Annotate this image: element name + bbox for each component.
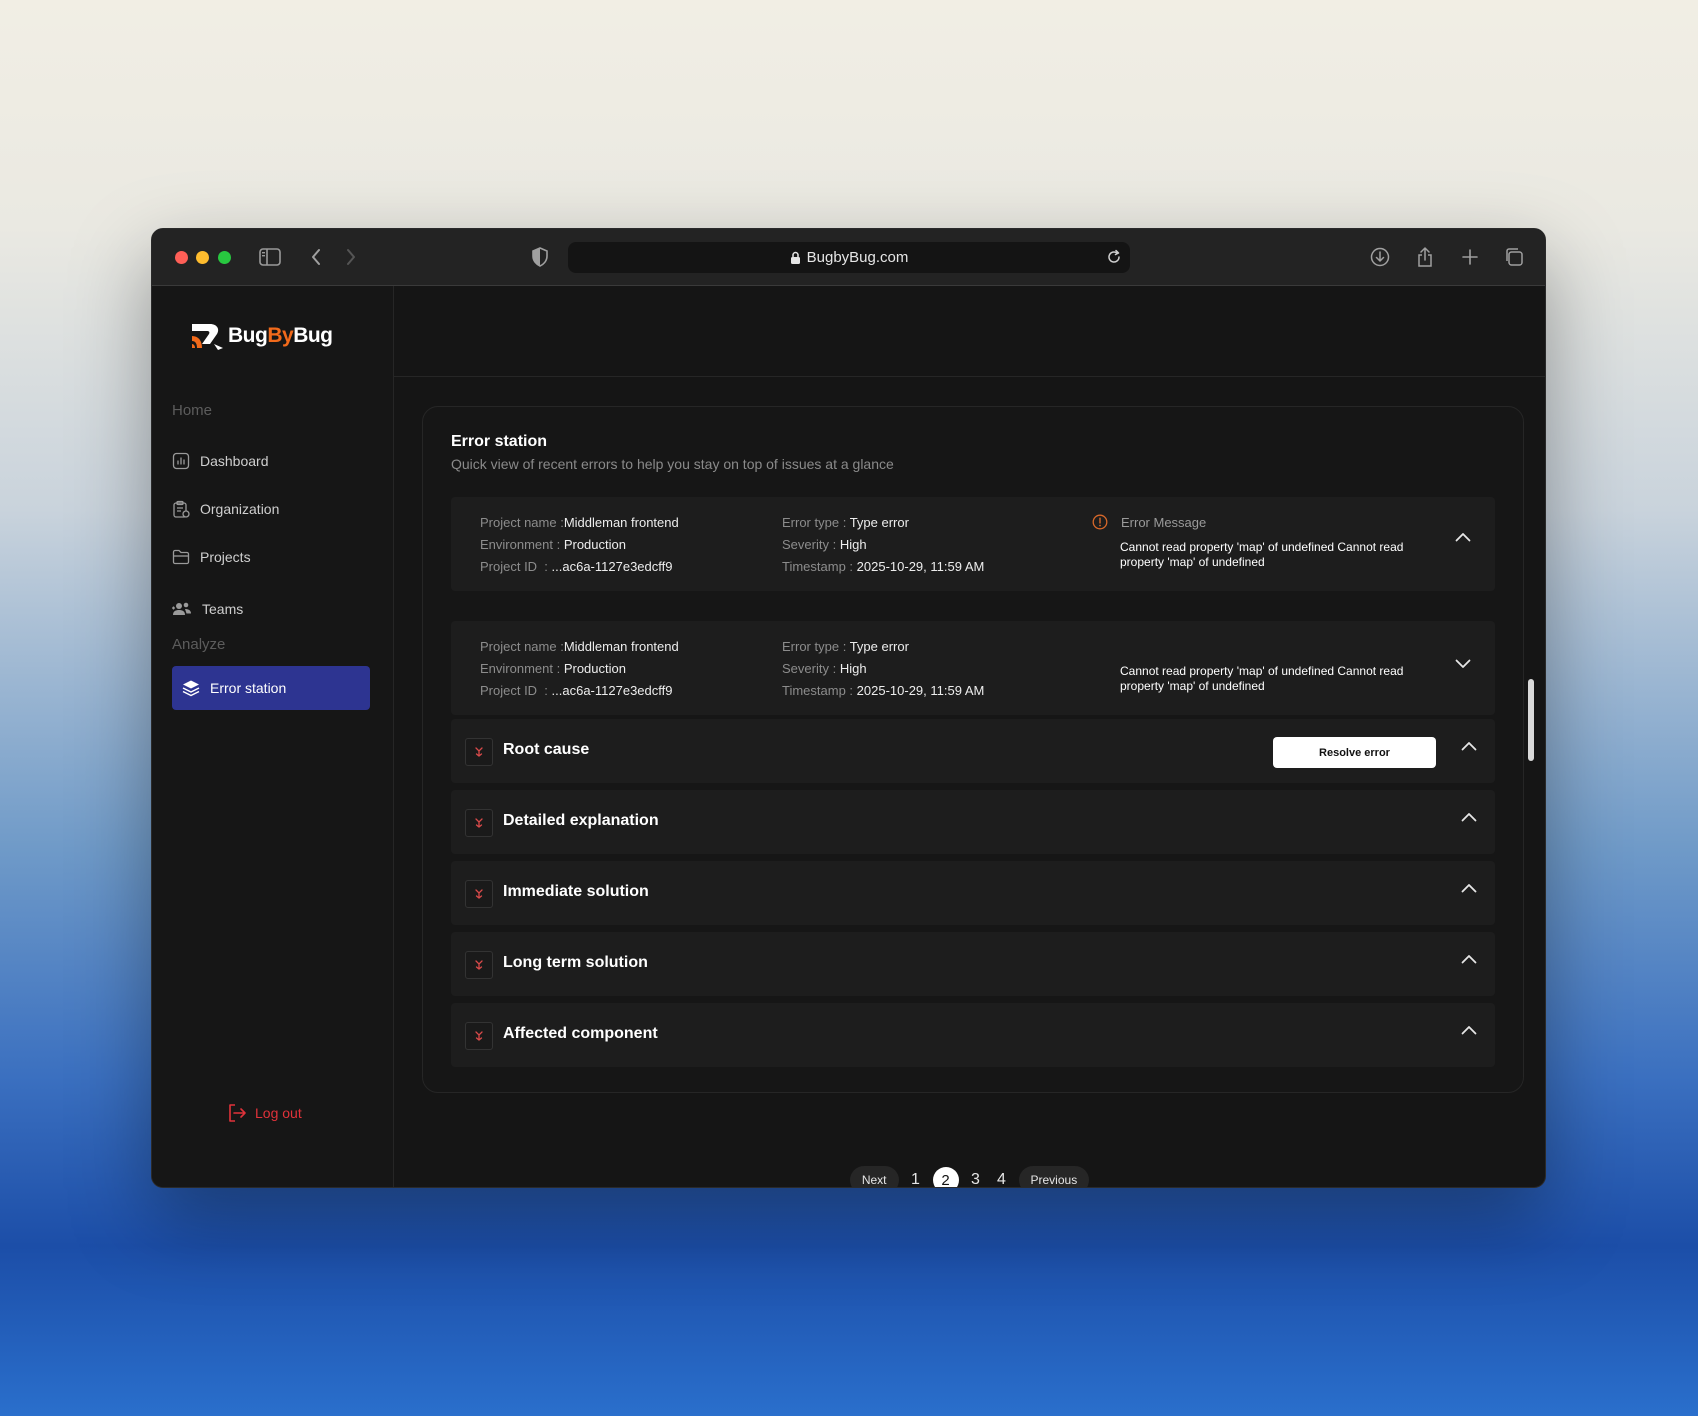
close-window-button[interactable]: [175, 251, 188, 264]
bug-icon: [465, 738, 493, 766]
chevron-up-icon[interactable]: [1461, 1025, 1477, 1035]
logout-icon: [229, 1104, 246, 1122]
warning-icon: [1092, 514, 1108, 530]
previous-page-button[interactable]: Previous: [1018, 1166, 1090, 1187]
project-name-field: Project name :Middleman frontend: [480, 515, 679, 530]
severity-field: Severity : High: [782, 537, 867, 552]
accordion-label: Affected component: [503, 1025, 658, 1042]
page-subtitle: Quick view of recent errors to help you …: [451, 456, 894, 472]
sidebar-item-label: Teams: [202, 601, 244, 617]
scrollbar-thumb[interactable]: [1528, 679, 1534, 761]
section-analyze-label: Analyze: [172, 636, 226, 653]
project-id-field: Project ID : ...ac6a-1127e3edcff9: [480, 683, 673, 698]
sidebar-item-label: Projects: [200, 549, 251, 565]
logout-label: Log out: [255, 1105, 302, 1121]
sidebar-item-organization[interactable]: Organization: [172, 487, 370, 531]
shield-icon[interactable]: [528, 245, 552, 269]
error-message-text: Cannot read property 'map' of undefined …: [1120, 664, 1404, 693]
sidebar-item-dashboard[interactable]: Dashboard: [172, 439, 370, 483]
sidebar-item-teams[interactable]: Teams: [172, 587, 370, 631]
accordion-immediate-solution[interactable]: Immediate solution: [451, 861, 1495, 925]
reload-icon[interactable]: [1106, 249, 1122, 265]
environment-field: Environment : Production: [480, 537, 626, 552]
download-icon[interactable]: [1368, 245, 1392, 269]
sidebar-item-error-station[interactable]: Error station: [172, 666, 370, 710]
environment-field: Environment : Production: [480, 661, 626, 676]
chart-icon: [172, 452, 190, 470]
minimize-window-button[interactable]: [196, 251, 209, 264]
layers-icon: [182, 680, 200, 697]
bug-icon: [465, 809, 493, 837]
accordion-root-cause[interactable]: Root cause Resolve error: [451, 719, 1495, 783]
accordion-long-term-solution[interactable]: Long term solution: [451, 932, 1495, 996]
users-icon: [172, 602, 191, 615]
main-content: Error station Quick view of recent error…: [394, 286, 1545, 1187]
accordion-detailed-explanation[interactable]: Detailed explanation: [451, 790, 1495, 854]
maximize-window-button[interactable]: [218, 251, 231, 264]
chevron-up-icon[interactable]: [1461, 883, 1477, 893]
accordion-label: Detailed explanation: [503, 812, 659, 829]
page-1-button[interactable]: 1: [907, 1171, 925, 1187]
severity-field: Severity : High: [782, 661, 867, 676]
chevron-down-icon[interactable]: [1455, 659, 1471, 669]
forward-arrow-icon[interactable]: [339, 245, 363, 269]
folder-icon: [172, 549, 190, 565]
chevron-up-icon[interactable]: [1461, 741, 1477, 751]
error-type-field: Error type : Type error: [782, 639, 909, 654]
accordion-label: Immediate solution: [503, 883, 649, 900]
bug-icon: [465, 1022, 493, 1050]
sidebar-item-label: Error station: [210, 680, 287, 696]
project-name-field: Project name :Middleman frontend: [480, 639, 679, 654]
back-arrow-icon[interactable]: [304, 245, 328, 269]
accordion-label: Long term solution: [503, 954, 648, 971]
accordion-affected-component[interactable]: Affected component: [451, 1003, 1495, 1067]
logout-button[interactable]: Log out: [227, 1103, 302, 1123]
page-2-button[interactable]: 2: [932, 1167, 959, 1187]
next-page-button[interactable]: Next: [849, 1166, 899, 1187]
resolve-error-button[interactable]: Resolve error: [1273, 737, 1436, 768]
clipboard-icon: [173, 500, 190, 518]
browser-window: BugbyBug.com BugByBug Home Dashboard Org…: [151, 228, 1546, 1188]
sidebar-item-label: Dashboard: [200, 453, 269, 469]
bug-icon: [465, 951, 493, 979]
sidebar-item-projects[interactable]: Projects: [172, 535, 370, 579]
address-bar[interactable]: BugbyBug.com: [568, 242, 1130, 273]
error-row[interactable]: Project name :Middleman frontend Environ…: [451, 497, 1495, 591]
project-id-field: Project ID : ...ac6a-1127e3edcff9: [480, 559, 673, 574]
brand-name: BugByBug: [228, 324, 333, 347]
error-station-card: Error station Quick view of recent error…: [422, 406, 1524, 1093]
chevron-up-icon[interactable]: [1461, 954, 1477, 964]
page-title: Error station: [451, 433, 548, 450]
bug-icon: [465, 880, 493, 908]
sidebar: BugByBug Home Dashboard Organization Pro…: [152, 286, 394, 1187]
browser-toolbar: BugbyBug.com: [152, 229, 1545, 286]
chevron-up-icon[interactable]: [1455, 532, 1471, 542]
error-message-label: Error Message: [1121, 515, 1207, 530]
page-4-button[interactable]: 4: [993, 1171, 1011, 1187]
main-header: [394, 286, 1545, 377]
error-message-text: Cannot read property 'map' of undefined …: [1120, 540, 1404, 569]
new-tab-icon[interactable]: [1458, 245, 1482, 269]
url-text: BugbyBug.com: [806, 249, 909, 266]
pagination: Next 1 2 3 4 Previous: [394, 1166, 1545, 1187]
lock-icon: [790, 251, 800, 264]
sidebar-toggle-icon[interactable]: [258, 245, 282, 269]
share-icon[interactable]: [1413, 245, 1437, 269]
timestamp-field: Timestamp : 2025-10-29, 11:59 AM: [782, 559, 985, 574]
error-type-field: Error type : Type error: [782, 515, 909, 530]
error-row[interactable]: Project name :Middleman frontend Environ…: [451, 621, 1495, 715]
section-home-label: Home: [172, 402, 213, 419]
tab-overview-icon[interactable]: [1502, 245, 1526, 269]
bug-logo-icon: [192, 324, 223, 350]
page-3-button[interactable]: 3: [967, 1171, 985, 1187]
brand-logo[interactable]: BugByBug: [190, 320, 333, 352]
chevron-up-icon[interactable]: [1461, 812, 1477, 822]
timestamp-field: Timestamp : 2025-10-29, 11:59 AM: [782, 683, 985, 698]
sidebar-item-label: Organization: [200, 501, 280, 517]
accordion-label: Root cause: [503, 741, 590, 758]
